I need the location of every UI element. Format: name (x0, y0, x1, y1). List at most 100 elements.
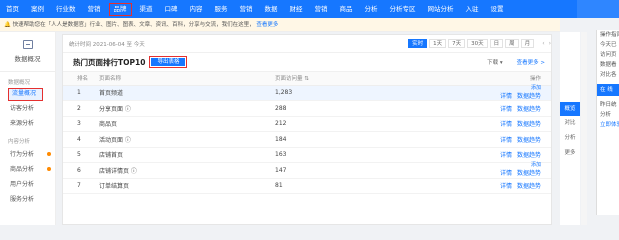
page-name-cell: 订单结算页 (99, 178, 275, 194)
topnav-item[interactable]: 营销 (309, 0, 334, 18)
sidebar-item-label: 用户分析 (10, 181, 35, 188)
scrollbar[interactable] (581, 32, 587, 225)
row-action-link[interactable]: 详情 (500, 93, 512, 100)
page-name-cell: 店铺首页 (99, 147, 275, 163)
online-chat-button[interactable]: 在 线 (597, 84, 619, 96)
sidebar-item[interactable]: 商品分析 (0, 162, 55, 177)
row-action-link[interactable]: 详情 (500, 183, 512, 190)
period-button[interactable]: 7天 (448, 39, 466, 48)
actions-cell: 详情 数据趋势 (425, 116, 551, 132)
table-row[interactable]: 4 活动页面 ⓘ 184 详情 数据趋势 (63, 131, 551, 148)
card-header: 热门页面排行TOP10 导出表格 下载 ▾ 查看更多 > (63, 53, 551, 72)
topnav-item[interactable]: 商品 (334, 0, 359, 18)
topnav-item[interactable]: 首页 (0, 0, 25, 18)
actions-cell: 详情 数据趋势 (425, 147, 551, 163)
rank-cell: 3 (63, 116, 99, 132)
row-action-link[interactable]: 详情 (500, 106, 512, 113)
actions-cell: 详情 数据趋势 (425, 100, 551, 117)
sidebar: 数据概况 数据概况 流量概况 访客分析 来源分析 内容分析 行为分析 商品分析 用户分析… (0, 32, 56, 225)
actions-cell: 添加详情 数据趋势 (425, 85, 551, 101)
add-link[interactable]: 添加 (425, 163, 541, 168)
help-line: 昨日统 (600, 102, 617, 108)
period-button[interactable]: 周 (505, 39, 519, 48)
period-button[interactable]: 日 (489, 39, 504, 48)
date-range-text: 统计时间 2021-06-04 至 今天 (69, 41, 145, 48)
row-action-link[interactable]: 数据趋势 (517, 152, 541, 159)
download-select[interactable]: 下载 ▾ (487, 58, 503, 66)
topnav-item[interactable]: 案例 (25, 0, 50, 18)
sidebar-item[interactable]: 服务分析 (0, 192, 55, 207)
row-action-link[interactable]: 详情 (500, 137, 512, 144)
row-action-link[interactable]: 数据趋势 (517, 183, 541, 190)
row-action-link[interactable]: 数据趋势 (517, 137, 541, 144)
notice-link[interactable]: 查看更多 (256, 22, 278, 28)
sidebar-group-content: 内容分析 (8, 139, 31, 145)
row-action-link[interactable]: 数据趋势 (517, 170, 541, 177)
notification-dot (47, 152, 51, 156)
topnav-item[interactable]: 营销 (82, 0, 107, 18)
col-views[interactable]: 页面访问量 ⇅ (275, 72, 425, 86)
row-action-link[interactable]: 数据趋势 (517, 121, 541, 128)
help-line: 分析 (600, 112, 612, 118)
topnav-item[interactable]: 服务 (209, 0, 234, 18)
topnav-item[interactable]: 渠道 (134, 0, 159, 18)
sidebar-item-label: 商品分析 (10, 166, 35, 173)
tab-overview[interactable]: 概览 (560, 102, 580, 116)
prev-icon[interactable]: ‹ (542, 40, 544, 47)
table-row[interactable]: 5 店铺首页 163 详情 数据趋势 (63, 147, 551, 163)
sidebar-item[interactable]: 行为分析 (0, 147, 55, 162)
period-button[interactable]: 月 (520, 39, 535, 48)
rank-cell: 7 (63, 178, 99, 194)
notice-icon: 🔔 (4, 22, 13, 28)
row-action-link[interactable]: 详情 (500, 121, 512, 128)
rank-cell: 1 (63, 85, 99, 101)
topnav-item[interactable]: 入驻 (460, 0, 485, 18)
topnav-item[interactable]: 数据 (259, 0, 284, 18)
export-button[interactable]: 导出表格 (149, 56, 188, 68)
add-link[interactable]: 添加 (425, 85, 541, 91)
table-row[interactable]: 7 订单结算页 81 详情 数据趋势 (63, 178, 551, 194)
sidebar-item[interactable]: 来源分析 (0, 116, 55, 131)
period-button[interactable]: 实时 (408, 39, 428, 48)
right-tab[interactable]: 分析 (560, 131, 580, 146)
brand-logo (577, 0, 619, 18)
col-actions: 操作 (425, 72, 551, 86)
table-row[interactable]: 3 商品页 212 详情 数据趋势 (63, 116, 551, 132)
topnav-item[interactable]: 内容 (184, 0, 209, 18)
sidebar-item[interactable]: 用户分析 (0, 177, 55, 192)
row-action-link[interactable]: 详情 (500, 152, 512, 159)
rank-cell: 6 (63, 162, 99, 179)
views-cell: 81 (275, 178, 425, 194)
topnav-item[interactable]: 财经 (284, 0, 309, 18)
try-now-link[interactable]: 立即体验 (597, 120, 619, 130)
topnav-item[interactable]: 网站分析 (422, 0, 460, 18)
period-buttons: 实时 1天 7天 30天日周月 (406, 39, 535, 48)
topnav-item[interactable]: 品牌 (108, 2, 132, 16)
next-icon[interactable]: › (549, 40, 551, 47)
table-row[interactable]: 2 分享页面 ⓘ 288 详情 数据趋势 (63, 100, 551, 117)
topnav-item[interactable]: 行业数 (50, 0, 82, 18)
sidebar-item[interactable]: 流量概况 (8, 88, 43, 101)
topnav-item[interactable]: 分析 (359, 0, 384, 18)
notice-bar: 🔔 快速帮助您在「人人是数据官」行业、图片、图表、文章、资讯、百科，分享与交流，… (0, 18, 560, 32)
col-rank: 排名 (63, 72, 99, 86)
right-tab[interactable]: 对比 (560, 116, 580, 131)
view-more-link[interactable]: 查看更多 > (517, 58, 545, 66)
topnav-item[interactable]: 设置 (485, 0, 510, 18)
row-action-link[interactable]: 数据趋势 (517, 106, 541, 113)
table-row[interactable]: 1 首页频道 1,283 添加 详情 数据趋势 (63, 85, 551, 101)
topnav-item[interactable]: 分析专区 (384, 0, 422, 18)
period-button[interactable]: 1天 (429, 39, 447, 48)
sidebar-item[interactable]: 访客分析 (0, 101, 55, 116)
sidebar-item-label: 服务分析 (10, 196, 35, 203)
table-row[interactable]: 6 店铺详情页 ⓘ 147 添加 详情 数据趋势 (63, 162, 551, 179)
topnav-item[interactable]: 口碑 (159, 0, 184, 18)
topnav-item[interactable]: 营销 (234, 0, 259, 18)
right-tab[interactable]: 更多 (560, 146, 580, 161)
period-button[interactable]: 30天 (467, 39, 488, 48)
col-name: 页面名称 (99, 72, 275, 86)
row-action-link[interactable]: 详情 (500, 170, 512, 177)
views-cell: 163 (275, 147, 425, 163)
row-action-link[interactable]: 数据趋势 (517, 93, 541, 100)
table-header-row: 排名 页面名称 页面访问量 ⇅ 操作 (63, 72, 551, 86)
